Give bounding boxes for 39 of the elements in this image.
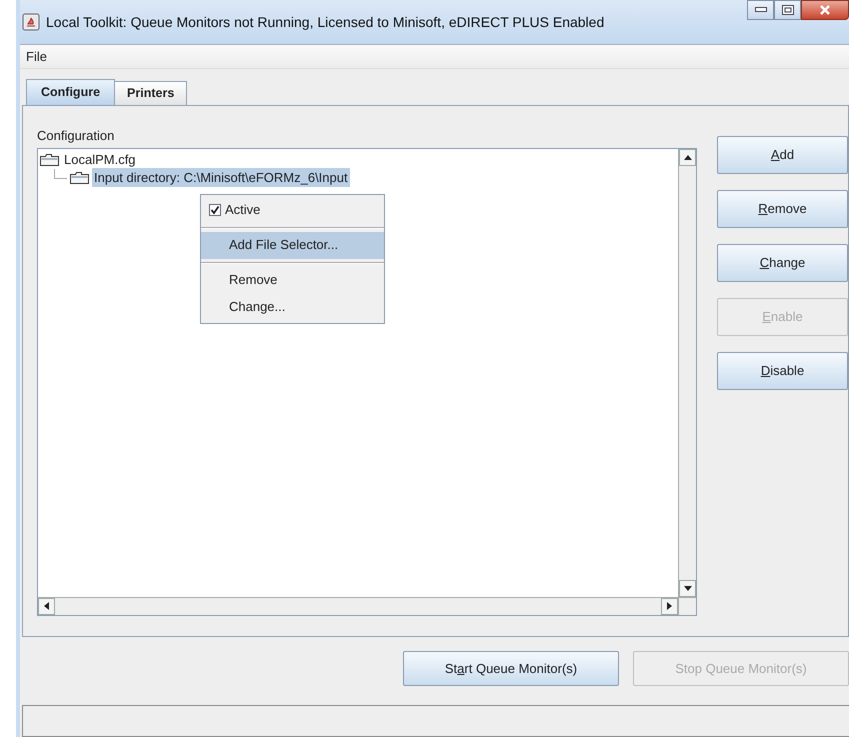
menu-item[interactable]: Remove <box>201 266 384 294</box>
right-arrow-icon <box>667 602 672 610</box>
folder-icon <box>40 152 59 166</box>
app-icon <box>22 13 40 31</box>
down-arrow-icon <box>684 586 692 590</box>
tab[interactable]: Configure <box>26 79 116 105</box>
folder-icon <box>70 170 89 184</box>
tree-item[interactable]: Input directory: C:\Minisoft\eFORMz_6\Input <box>92 168 350 188</box>
button[interactable]: Disable <box>717 352 848 390</box>
scroll-up-button[interactable] <box>679 148 696 166</box>
button[interactable]: Remove <box>717 190 848 228</box>
button[interactable]: Start Queue Monitor(s) <box>403 651 619 686</box>
button[interactable]: Add <box>717 136 848 174</box>
tree-line <box>54 168 67 178</box>
horizontal-scrollbar[interactable] <box>38 596 678 614</box>
close-button[interactable] <box>801 0 849 20</box>
scroll-down-button[interactable] <box>679 580 696 596</box>
scroll-left-button[interactable] <box>38 598 55 614</box>
maximize-button[interactable] <box>774 0 801 20</box>
left-arrow-icon <box>44 602 49 610</box>
scroll-right-button[interactable] <box>661 598 678 614</box>
up-arrow-icon <box>684 154 692 160</box>
tree-item[interactable]: LocalPM.cfg <box>62 150 138 170</box>
menu-item[interactable]: Add File Selector... <box>201 232 384 258</box>
menu-item[interactable]: File <box>24 46 49 66</box>
menu-item[interactable]: Active <box>201 196 384 224</box>
minimize-icon <box>754 7 766 13</box>
checkbox[interactable] <box>209 204 221 216</box>
window-title: Local Toolkit: Queue Monitors not Running, Licensed to Minisoft, eDIRECT PLUS Enabled <box>46 12 604 32</box>
menu-item-label: Active <box>225 201 260 220</box>
button[interactable]: Change <box>717 244 848 282</box>
close-icon <box>819 5 831 15</box>
scrollbar-corner <box>678 596 696 614</box>
vertical-scrollbar[interactable] <box>678 148 696 596</box>
minimize-button[interactable] <box>747 0 774 20</box>
tab[interactable]: Printers <box>114 81 188 105</box>
section-label: Configuration <box>37 127 116 145</box>
menu-item[interactable]: Change... <box>201 294 384 320</box>
maximize-icon <box>782 5 794 15</box>
